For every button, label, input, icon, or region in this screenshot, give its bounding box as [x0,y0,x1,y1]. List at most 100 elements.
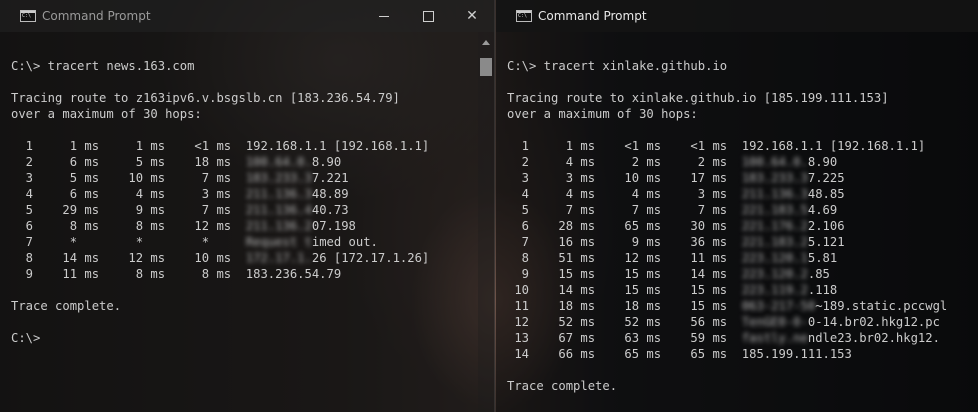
command-prompt-window-right[interactable]: Command Prompt C:\> tracert xinlake.gith… [496,0,978,412]
redacted-ip-segment: 183.233.3 [741,171,808,185]
terminal-line: 4 4 ms 4 ms 3 ms 211.136.348.85 [507,186,947,202]
terminal-line: 9 11 ms 8 ms 8 ms 183.236.54.79 [11,266,429,282]
terminal-text: imed out. [311,235,378,249]
terminal-text: 4 4 ms 4 ms 3 ms [507,187,742,201]
terminal-text: 8 14 ms 12 ms 10 ms [11,251,246,265]
redacted-ip-segment: 223.120.2 [741,267,808,281]
scrollbar-thumb[interactable] [480,58,492,76]
terminal-text: 40.73 [311,203,349,217]
redacted-ip-segment: 183.233.3 [245,171,312,185]
terminal-text: 5 29 ms 9 ms 7 ms [11,203,246,217]
terminal-line: 2 6 ms 5 ms 18 ms 100.64.0.8.90 [11,154,429,170]
terminal-line: 6 28 ms 65 ms 30 ms 221.176.22.106 [507,218,947,234]
redacted-ip-segment: 221.183.5 [741,203,808,217]
terminal-text: ndle23.br02.hkg12. [807,331,940,345]
terminal-text: 12 52 ms 52 ms 56 ms [507,315,742,329]
command-prompt-window-left[interactable]: Command Prompt ✕ C:\> tracert news.163.c… [0,0,495,412]
maximize-button[interactable] [406,0,450,32]
terminal-text: 6 8 ms 8 ms 12 ms [11,219,246,233]
terminal-text: 1 1 ms 1 ms <1 ms 192.168.1.1 [192.168.1… [11,139,430,153]
terminal-text: 48.89 [311,187,349,201]
terminal-text: 3 5 ms 10 ms 7 ms [11,171,246,185]
close-button[interactable]: ✕ [450,0,494,32]
terminal-line: 8 51 ms 12 ms 11 ms 223.120.15.81 [507,250,947,266]
terminal-text: ~189.static.pccwgl [815,299,948,313]
redacted-ip-segment: 211.136.4 [245,203,312,217]
terminal-text: .85 [807,267,830,281]
terminal-text: 26 [172.17.1.26] [311,251,430,265]
terminal-line: 3 5 ms 10 ms 7 ms 183.233.37.221 [11,170,429,186]
cmd-app-icon [20,10,36,22]
terminal-text: 7.225 [807,171,845,185]
terminal-text: 5 7 ms 7 ms 7 ms [507,203,742,217]
terminal-line: Tracing route to xinlake.github.io [185.… [507,91,889,105]
redacted-ip-segment: 100.64.0. [245,155,312,169]
terminal-text: 10 14 ms 15 ms 15 ms [507,283,742,297]
terminal-line: 7 * * * Request timed out. [11,234,429,250]
scroll-up-arrow-icon[interactable] [482,40,490,45]
terminal-text: 7 16 ms 9 ms 36 ms [507,235,742,249]
terminal-line: Tracing route to z163ipv6.v.bsgslb.cn [1… [11,91,400,105]
terminal-text: 2 6 ms 5 ms 18 ms [11,155,246,169]
terminal-text: 6 28 ms 65 ms 30 ms [507,219,742,233]
vertical-scrollbar[interactable] [478,32,494,412]
window-title-right: Command Prompt [538,9,647,23]
terminal-line: 5 29 ms 9 ms 7 ms 211.136.440.73 [11,202,429,218]
terminal-line: 4 6 ms 4 ms 3 ms 211.136.348.89 [11,186,429,202]
redacted-ip-segment: fastly.ne [741,331,808,345]
close-icon: ✕ [466,8,478,24]
redacted-ip-segment: 223.119.2 [741,283,808,297]
title-bar-left[interactable]: Command Prompt ✕ [0,0,494,32]
redacted-ip-segment: 221.176.2 [741,219,808,233]
terminal-line: 12 52 ms 52 ms 56 ms TenGE0-0-0-14.br02.… [507,314,947,330]
terminal-line: 2 4 ms 2 ms 2 ms 100.64.0.8.90 [507,154,947,170]
redacted-ip-segment: 223.120.1 [741,251,808,265]
terminal-line: 10 14 ms 15 ms 15 ms 223.119.2.118 [507,282,947,298]
terminal-line: 14 66 ms 65 ms 65 ms 185.199.111.153 [507,346,947,362]
terminal-line: 6 8 ms 8 ms 12 ms 211.136.207.198 [11,218,429,234]
terminal-text: 0-14.br02.hkg12.pc [807,315,940,329]
terminal-text: 11 18 ms 18 ms 15 ms [507,299,742,313]
title-bar-right[interactable]: Command Prompt [496,0,978,32]
redacted-ip-segment: 211.136.2 [245,219,312,233]
terminal-line: C:\> [11,331,41,345]
terminal-text: 4.69 [807,203,838,217]
terminal-line: 11 18 ms 18 ms 15 ms 063-217-50~189.stat… [507,298,947,314]
redacted-ip-segment: 172.17.1. [245,251,312,265]
terminal-text: 4 6 ms 4 ms 3 ms [11,187,246,201]
terminal-text: 13 67 ms 63 ms 59 ms [507,331,742,345]
terminal-text: 5.81 [807,251,838,265]
terminal-text: 5.121 [807,235,845,249]
terminal-line: 7 16 ms 9 ms 36 ms 221.183.25.121 [507,234,947,250]
terminal-line: 5 7 ms 7 ms 7 ms 221.183.54.69 [507,202,947,218]
terminal-text: 8.90 [807,155,838,169]
terminal-text: .118 [807,283,838,297]
terminal-output-right[interactable]: C:\> tracert xinlake.github.io Tracing ro… [507,58,947,394]
terminal-text: 9 11 ms 8 ms 8 ms 183.236.54.79 [11,267,342,281]
terminal-text: 2 4 ms 2 ms 2 ms [507,155,742,169]
terminal-text: 2.106 [807,219,845,233]
terminal-text: 07.198 [311,219,356,233]
terminal-output-left[interactable]: C:\> tracert news.163.com Tracing route t… [11,58,429,346]
terminal-line: 3 3 ms 10 ms 17 ms 183.233.37.225 [507,170,947,186]
terminal-line: Trace complete. [11,299,122,313]
redacted-ip-segment: 221.183.2 [741,235,808,249]
terminal-text: 8.90 [311,155,342,169]
minimize-button[interactable] [362,0,406,32]
terminal-line: over a maximum of 30 hops: [11,107,202,121]
terminal-text: 9 15 ms 15 ms 14 ms [507,267,742,281]
terminal-text: 8 51 ms 12 ms 11 ms [507,251,742,265]
terminal-text: 7 * * * [11,235,246,249]
terminal-line: 1 1 ms 1 ms <1 ms 192.168.1.1 [192.168.1… [11,138,430,154]
redacted-ip-segment: 211.136.3 [741,187,808,201]
redacted-ip-segment: 211.136.3 [245,187,312,201]
terminal-line: C:\> tracert xinlake.github.io [507,59,728,73]
redacted-ip-segment: TenGE0-0- [741,315,808,329]
terminal-line: Trace complete. [507,379,618,393]
